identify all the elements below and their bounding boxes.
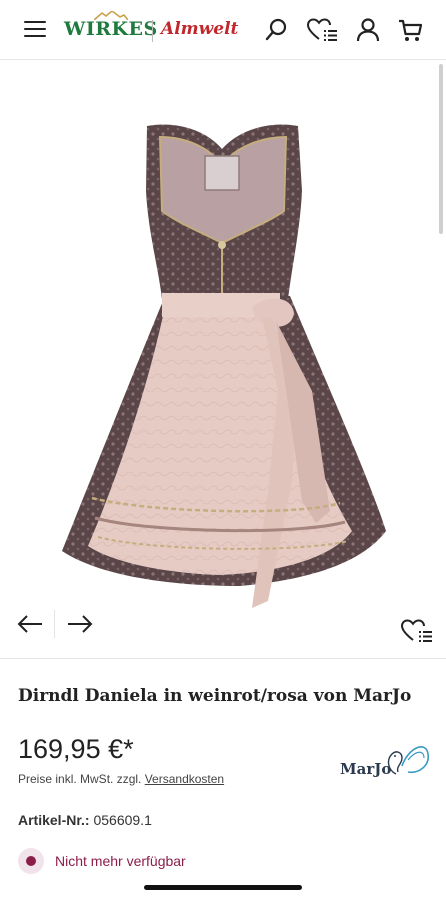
search-icon[interactable] bbox=[263, 17, 289, 43]
availability-text: Nicht mehr verfügbar bbox=[55, 853, 186, 869]
almwelt-logo[interactable]: Almwelt bbox=[161, 19, 238, 39]
mountain-logo-icon bbox=[94, 11, 128, 20]
gallery-nav-divider bbox=[54, 610, 55, 638]
page-scrollbar[interactable] bbox=[439, 64, 443, 234]
tax-note-text: Preise inkl. MwSt. zzgl. bbox=[18, 772, 145, 786]
wishlist-add-icon[interactable] bbox=[400, 618, 434, 644]
brand-logo-marjo[interactable]: MarJo bbox=[336, 736, 430, 782]
logo-divider bbox=[152, 20, 153, 42]
site-header: WIRKES Almwelt bbox=[0, 0, 446, 60]
arrow-right-icon[interactable] bbox=[66, 612, 94, 636]
arrow-left-icon[interactable] bbox=[16, 612, 44, 636]
availability-status: Nicht mehr verfügbar bbox=[18, 848, 186, 874]
product-image-gallery[interactable] bbox=[0, 61, 446, 658]
tax-note: Preise inkl. MwSt. zzgl. Versandkosten bbox=[18, 772, 224, 786]
availability-dot-icon bbox=[18, 848, 44, 874]
article-number-label: Artikel-Nr.: bbox=[18, 812, 90, 828]
hamburger-menu-icon[interactable] bbox=[24, 20, 46, 38]
wirkes-logo[interactable]: WIRKES bbox=[64, 11, 158, 40]
article-number-value: 056609.1 bbox=[93, 812, 152, 828]
product-title: Dirndl Daniela in weinrot/rosa von MarJo bbox=[18, 686, 412, 706]
product-price: 169,95 €* bbox=[18, 734, 134, 764]
wishlist-header-icon[interactable] bbox=[306, 17, 338, 43]
shipping-costs-link[interactable]: Versandkosten bbox=[145, 772, 224, 786]
user-icon[interactable] bbox=[355, 17, 381, 43]
section-divider bbox=[0, 658, 446, 659]
product-image-dirndl bbox=[62, 124, 386, 608]
home-indicator[interactable] bbox=[144, 885, 302, 890]
cart-icon[interactable] bbox=[397, 17, 423, 43]
logo-secondary-text: Almwelt bbox=[161, 19, 239, 39]
brand-name: MarJo bbox=[340, 760, 392, 778]
article-number: Artikel-Nr.: 056609.1 bbox=[18, 812, 152, 828]
logo-primary-text: WIRKES bbox=[64, 18, 158, 40]
